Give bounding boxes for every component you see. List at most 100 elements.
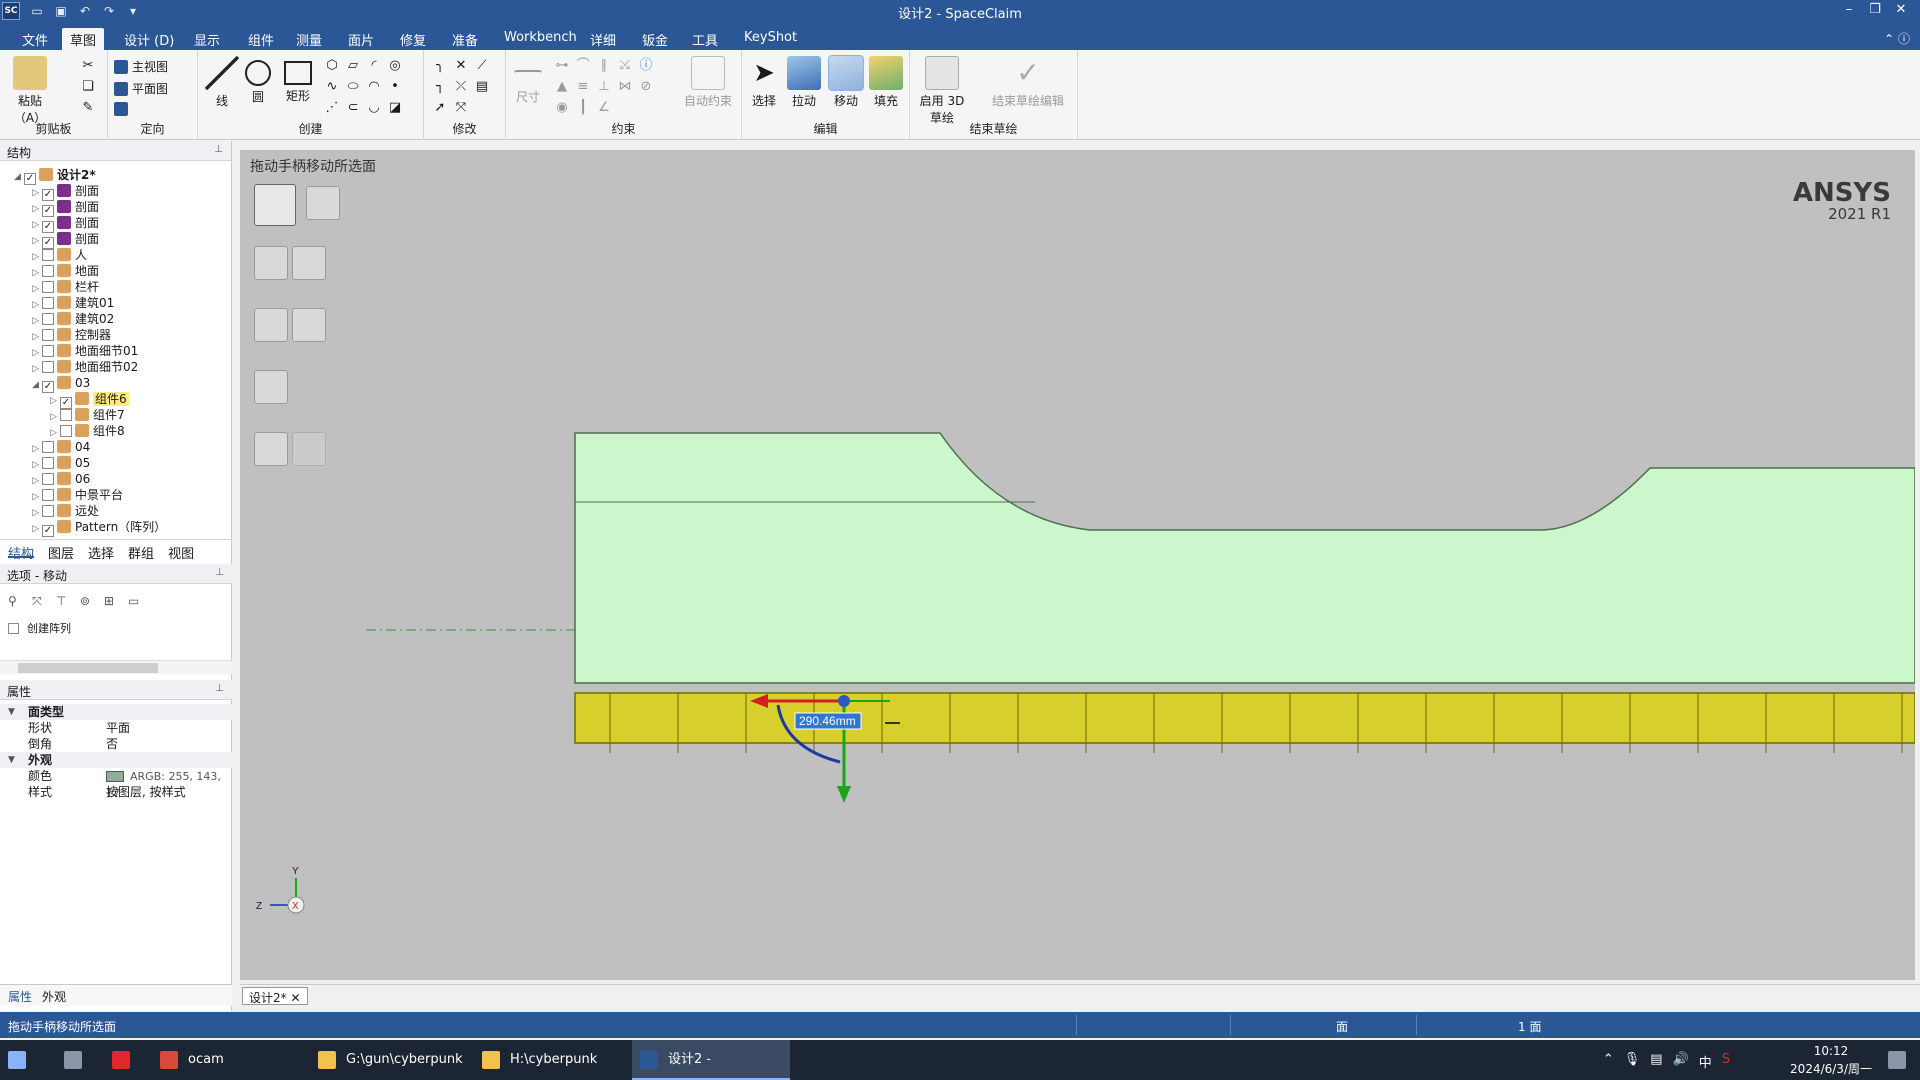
plan-view-button[interactable]: 平面图 [114,80,168,97]
visibility-checkbox[interactable] [42,505,54,517]
visibility-checkbox[interactable] [42,297,54,309]
bend-icon[interactable]: ➚ [432,100,448,116]
volume-icon[interactable]: 🔊 [1673,1052,1689,1071]
horizontal-scrollbar[interactable] [0,660,232,674]
slot-icon[interactable]: ⊂ [345,100,361,116]
tree-item[interactable]: ◢ ✓ 03 [32,375,90,393]
paste-button[interactable]: 粘贴（A） [8,56,52,126]
pin-icon[interactable]: ⊥ [215,567,224,578]
visibility-checkbox[interactable] [42,329,54,341]
ime-indicator[interactable]: 中 [1699,1052,1712,1071]
move-along-icon[interactable]: ⊚ [80,594,96,610]
fix-icon[interactable]: ▲ [554,79,570,95]
restore-button[interactable]: ❐ [1862,0,1888,22]
tree-item[interactable]: ▷ 06 [32,471,90,487]
network-icon[interactable]: ▤ [1650,1052,1662,1071]
tab-tools[interactable]: 工具 [684,28,726,50]
tree-item[interactable]: ▷ ✓ Pattern（阵列） [32,519,166,537]
tangent-icon[interactable]: ⌒ [575,58,591,74]
tree-item[interactable]: ▷ ✓ 剖面 [32,183,99,201]
home-view-button[interactable]: 主视图 [114,58,168,75]
tree-item[interactable]: ◢ ✓ 设计2* [14,167,96,185]
three-point-arc-icon[interactable]: ◡ [366,100,382,116]
tab-appearance[interactable]: 外观 [42,988,66,1004]
point-icon[interactable]: • [387,79,403,95]
scrollbar-thumb[interactable] [18,663,158,673]
tree-item[interactable]: ▷ 组件8 [50,423,125,439]
visibility-checkbox[interactable] [60,409,72,421]
polygon-icon[interactable]: ⬡ [324,58,340,74]
minimize-button[interactable]: – [1836,0,1862,22]
tree-item[interactable]: ▷ ✓ 剖面 [32,215,99,233]
tree-item[interactable]: ▷ 地面细节02 [32,359,138,375]
visibility-checkbox[interactable] [42,457,54,469]
tree-item[interactable]: ▷ 建筑02 [32,311,114,327]
finish-sketch-button[interactable]: ✓ 结束草绘编辑 [986,56,1070,109]
equal-icon[interactable]: ≡ [575,79,591,95]
appearance-group[interactable]: ▼ 外观 [0,752,232,768]
model-canvas[interactable]: 290.46mm X Y Z [240,150,1915,980]
tab-sketch[interactable]: 草图 [62,28,105,50]
auto-constrain-button[interactable]: 自动约束 [678,56,738,109]
visibility-checkbox[interactable] [42,265,54,277]
tangent-circle-icon[interactable]: ◎ [387,58,403,74]
close-tab-icon[interactable]: ✕ [290,991,300,1005]
project-icon[interactable]: ▤ [474,79,490,95]
ruler-icon[interactable]: ⊤ [56,594,72,610]
taskbar-item-spaceclaim[interactable]: 设计2 - SpaceClaim [632,1040,790,1080]
dimension-button[interactable]: 尺寸 [506,56,550,105]
tab-repair[interactable]: 修复 [392,28,434,50]
move-tool-button[interactable]: 移动 [824,55,868,109]
chevron-up-icon[interactable]: ⌃ [1603,1052,1614,1071]
tree-item[interactable]: ▷ 建筑01 [32,295,114,311]
visibility-checkbox[interactable] [42,361,54,373]
face-curve-icon[interactable]: ◪ [387,100,403,116]
tab-display[interactable]: 显示 [186,28,228,50]
taskbar-item-ocam[interactable]: ocam [152,1040,302,1080]
tab-design[interactable]: 设计 (D) [116,28,182,50]
copy-icon[interactable]: ❏ [80,79,96,95]
tab-properties[interactable]: 属性 [8,988,32,1004]
rectangle-tool-button[interactable]: 矩形 [276,56,320,104]
concentric-icon[interactable]: ◉ [554,100,570,116]
tab-structure[interactable]: 结构 [8,543,35,562]
tree-item[interactable]: ▷ 中景平台 [32,487,123,503]
create-pattern-checkbox[interactable]: 创建阵列 [8,620,71,636]
chamfer-property[interactable]: 倒角否 [0,736,232,752]
app-red-icon[interactable] [104,1040,144,1080]
select-tool-button[interactable]: ➤ 选择 [742,56,786,109]
tree-item[interactable]: ▷ 人 [32,247,87,263]
tab-views[interactable]: 视图 [168,543,194,562]
clock[interactable]: 10:12 2024/6/3/周一 [1790,1044,1872,1077]
tab-layers[interactable]: 图层 [48,543,74,562]
tab-prepare[interactable]: 准备 [444,28,486,50]
delete-constraint-icon[interactable]: ⊘ [638,79,654,95]
view-cube-button[interactable] [114,102,128,116]
microphone-icon[interactable]: 🎙 [1624,1052,1641,1071]
tree-item[interactable]: ▷ ✓ 组件6 [50,391,129,409]
tree-item[interactable]: ▷ ✓ 剖面 [32,199,99,217]
offset-icon[interactable]: ⟋ [474,58,490,74]
help-icon[interactable]: ⌃ ⓘ [1884,30,1910,47]
grid-icon[interactable]: ⊞ [104,594,120,610]
tab-workbench[interactable]: Workbench [496,28,585,50]
tab-sheetmetal[interactable]: 钣金 [634,28,676,50]
3d-viewport[interactable]: 拖动手柄移动所选面 ANSYS 2021 R1 290.46mm X Y Z [240,150,1915,980]
angle-icon[interactable]: ∠ [596,100,612,116]
visibility-checkbox[interactable]: ✓ [42,525,54,537]
windows-start-icon[interactable] [0,1040,46,1080]
scale-icon[interactable]: ⤧ [453,100,469,116]
format-painter-icon[interactable]: ✎ [80,100,96,116]
enable-3d-sketch-button[interactable]: 启用 3D 草绘 [914,56,970,126]
point-rect-icon[interactable]: ▱ [345,58,361,74]
taskbar-item-folder-g[interactable]: G:\gun\cyberpunk [310,1040,470,1080]
vertical-icon[interactable]: ┃ [575,100,591,116]
split-icon[interactable]: ⤫ [453,79,469,95]
trim-icon[interactable]: ✕ [453,58,469,74]
tree-item[interactable]: ▷ 地面 [32,263,99,279]
color-property[interactable]: 颜色 ARGB: 255, 143, 17 [0,768,232,800]
tab-assembly[interactable]: 组件 [240,28,282,50]
ellipse-icon[interactable]: ⬭ [345,79,361,95]
tree-item[interactable]: ▷ 栏杆 [32,279,99,295]
tree-item[interactable]: ▷ 地面细节01 [32,343,138,359]
